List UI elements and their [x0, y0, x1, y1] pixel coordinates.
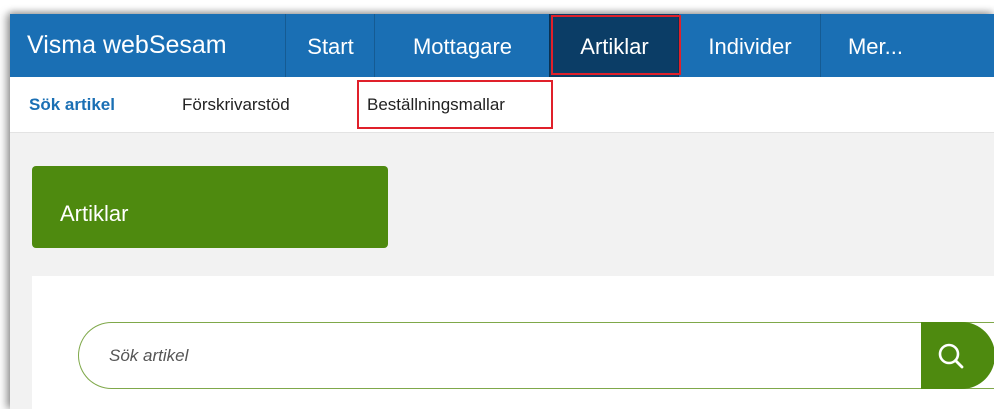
brand-logo[interactable]: Visma webSesam [27, 14, 227, 77]
search-input[interactable] [79, 323, 921, 388]
nav-item-start[interactable]: Start [285, 14, 375, 77]
search-bar [78, 322, 994, 389]
sub-navigation: Sök artikel Förskrivarstöd Beställningsm… [10, 77, 994, 133]
subnav-item-sok-artikel[interactable]: Sök artikel [29, 77, 115, 132]
nav-item-artiklar[interactable]: Artiklar [549, 14, 679, 77]
search-icon [938, 343, 964, 369]
subnav-item-forskrivarstod[interactable]: Förskrivarstöd [182, 77, 290, 132]
search-button[interactable] [921, 322, 994, 389]
subnav-item-bestallningsmallar[interactable]: Beställningsmallar [367, 77, 505, 132]
search-card [32, 276, 994, 409]
nav-item-individer[interactable]: Individer [678, 14, 821, 77]
app-window: Visma webSesam Start Mottagare Artiklar … [10, 14, 994, 409]
top-navigation: Visma webSesam Start Mottagare Artiklar … [10, 14, 994, 77]
page-title: Artiklar [32, 166, 388, 248]
nav-item-mottagare[interactable]: Mottagare [374, 14, 550, 77]
nav-item-mer[interactable]: Mer... [820, 14, 930, 77]
